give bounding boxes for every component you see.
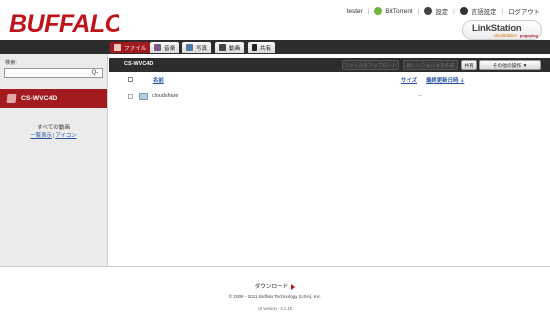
file-toolbar: CS-WVC4D ファイルをアップロード 新しいフォルダを作成 共有 その他の操… (109, 58, 550, 72)
column-header-name[interactable]: 名前 (153, 76, 164, 84)
sidebar: 検索: Q- CS-WVC4D すべての動画 一覧表示|アイコン (0, 54, 108, 266)
ui-version: UI version : 3.1.15 (258, 306, 292, 311)
tab-files[interactable]: ファイル (110, 42, 151, 53)
tab-photos[interactable]: 写真 (182, 42, 212, 53)
file-name[interactable]: cloudshare (152, 93, 178, 99)
drive-icon (6, 94, 17, 103)
sidebar-item-device[interactable]: CS-WVC4D (0, 89, 107, 108)
nav-separator: | (367, 7, 370, 15)
top-navigation: tester | BitTorrent | 設定 | 言語設定 | ログアウト (347, 4, 540, 18)
download-link[interactable]: ダウンロード (0, 282, 550, 290)
video-icon (219, 44, 226, 51)
buffalo-logo: BUFFALO (9, 10, 119, 37)
bittorrent-icon (374, 7, 383, 15)
bittorrent-link[interactable]: BitTorrent (374, 7, 413, 15)
new-folder-button[interactable]: 新しいフォルダを作成 (403, 60, 458, 70)
settings-link[interactable]: 設定 (424, 7, 448, 16)
product-edition: cloudEdition (494, 33, 517, 38)
column-header-modified[interactable]: 最終更新日時 ⇣ (426, 76, 464, 84)
icon-view-link[interactable]: アイコン (55, 133, 76, 139)
file-modified: -- (418, 93, 422, 99)
music-icon (154, 44, 161, 51)
upload-file-button[interactable]: ファイルをアップロード (342, 60, 399, 70)
search-label: 検索: (5, 60, 17, 66)
logout-link[interactable]: ログアウト (508, 7, 540, 16)
nav-separator: | (501, 7, 504, 15)
view-mode-links: 一覧表示|アイコン (0, 131, 107, 139)
play-arrow-icon (291, 283, 296, 290)
svg-text:BUFFALO: BUFFALO (9, 10, 119, 37)
copyright-text: © 2006 - 2011 Buffalo Technology (USA), … (228, 294, 322, 299)
select-all-checkbox[interactable] (128, 77, 133, 82)
folder-icon (114, 44, 121, 51)
search-icon[interactable]: Q- (89, 69, 101, 77)
all-videos-label: すべての動画 (37, 125, 70, 131)
nav-separator: | (417, 7, 420, 15)
pogoplug-badge: pogoplug (519, 33, 538, 38)
nav-separator: | (453, 7, 455, 15)
table-row[interactable]: cloudshare -- (109, 92, 550, 102)
tab-music[interactable]: 音楽 (150, 42, 180, 53)
column-header-size[interactable]: サイズ (401, 76, 417, 84)
current-folder-title: CS-WVC4D (124, 61, 154, 67)
tab-videos[interactable]: 動画 (215, 42, 245, 53)
row-checkbox[interactable] (128, 94, 133, 99)
file-list-header: 名前 サイズ 最終更新日時 ⇣ (109, 75, 550, 85)
language-link[interactable]: 言語設定 (459, 7, 496, 16)
folder-icon (139, 93, 148, 100)
tab-bar: ファイル 音楽 写真 動画 共有 (0, 40, 550, 54)
search-box: Q- (4, 68, 103, 78)
share-button[interactable]: 共有 (461, 60, 477, 70)
gear-icon (424, 7, 433, 15)
sidebar-item-label: CS-WVC4D (21, 95, 58, 102)
photo-icon (186, 44, 193, 51)
username: tester (346, 7, 363, 15)
list-view-link[interactable]: 一覧表示 (30, 133, 52, 139)
footer-divider (0, 266, 550, 267)
share-icon (252, 44, 257, 51)
tab-share[interactable]: 共有 (248, 42, 276, 53)
globe-icon (459, 7, 468, 15)
more-actions-button[interactable]: その他の操作 ▼ (479, 60, 541, 70)
search-input[interactable] (5, 69, 89, 77)
linkstation-badge: LinkStation cloudEdition pogoplug (462, 20, 542, 40)
main-panel: CS-WVC4D ファイルをアップロード 新しいフォルダを作成 共有 その他の操… (109, 54, 550, 266)
